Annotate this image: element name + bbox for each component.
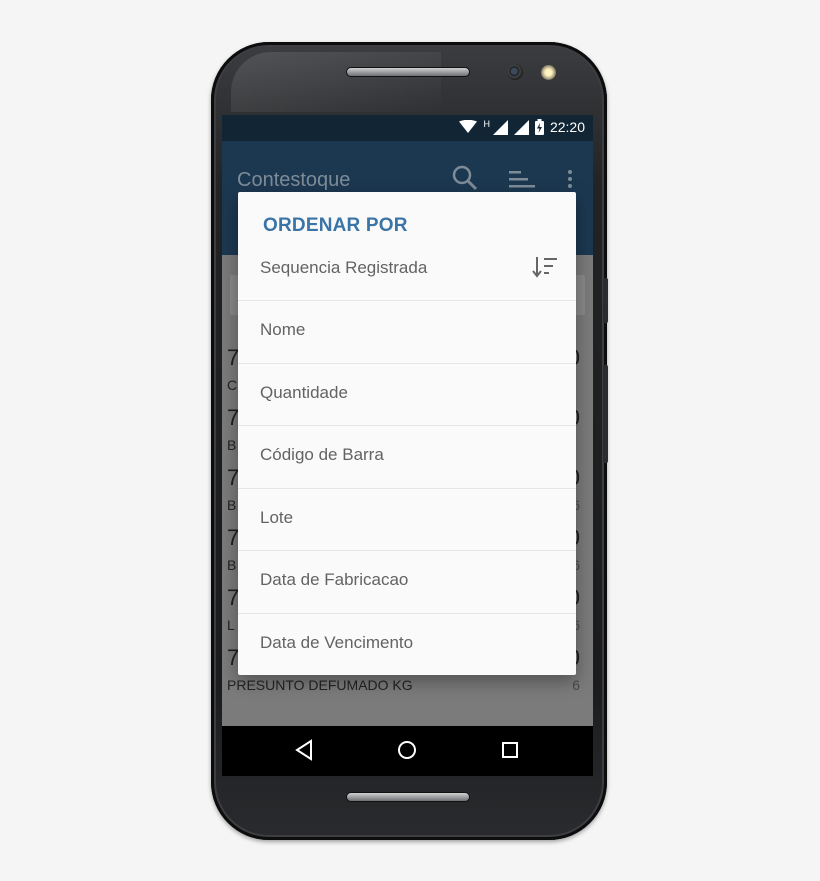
sort-option-data-de-vencimento[interactable]: Data de Vencimento xyxy=(238,613,576,675)
dialog-title: ORDENAR POR xyxy=(263,215,408,236)
battery-charging-icon xyxy=(534,119,544,135)
more-vert-icon[interactable] xyxy=(567,169,573,189)
sort-option-quantidade[interactable]: Quantidade xyxy=(238,363,576,425)
search-icon[interactable] xyxy=(452,165,478,191)
clock: 22:20 xyxy=(549,119,585,135)
item-name: C xyxy=(227,377,238,393)
navigation-bar xyxy=(222,726,593,776)
network-type-label: H xyxy=(483,119,490,129)
sort-option-sequencia[interactable]: Sequencia Registrada xyxy=(238,255,576,300)
sort-option-label: Sequencia Registrada xyxy=(260,258,428,277)
power-button xyxy=(603,278,608,323)
sort-option-codigo-de-barra[interactable]: Código de Barra xyxy=(238,425,576,487)
app-title: Contestoque xyxy=(237,169,351,191)
bottom-speaker-grille xyxy=(346,792,470,802)
sort-ascending-icon[interactable] xyxy=(532,255,558,279)
sort-option-label: Data de Vencimento xyxy=(260,633,414,652)
front-flash xyxy=(541,65,556,80)
signal-icon xyxy=(492,119,508,135)
signal-icon xyxy=(513,119,529,135)
sort-option-label: Lote xyxy=(260,508,294,527)
wifi-icon xyxy=(459,120,478,133)
sort-option-label: Nome xyxy=(260,320,306,339)
sort-option-data-de-fabricacao[interactable]: Data de Fabricacao xyxy=(238,550,576,612)
sort-option-nome[interactable]: Nome xyxy=(238,300,576,362)
sort-option-label: Código de Barra xyxy=(260,445,384,464)
front-camera xyxy=(507,64,523,80)
sort-dialog: ORDENAR POR Sequencia Registrada Nome Qu… xyxy=(238,192,576,675)
back-icon[interactable] xyxy=(295,739,313,761)
sort-icon[interactable] xyxy=(509,171,535,189)
sort-option-lote[interactable]: Lote xyxy=(238,488,576,550)
item-name: PRESUNTO DEFUMADO KG xyxy=(227,677,413,693)
phone-gloss xyxy=(231,52,441,112)
item-name: B xyxy=(227,437,237,453)
sort-option-label: Data de Fabricacao xyxy=(260,570,409,589)
volume-button xyxy=(603,365,608,463)
status-bar: H 22:20 xyxy=(222,115,593,141)
top-speaker-grille xyxy=(346,67,470,77)
item-name: B xyxy=(227,497,237,513)
home-icon[interactable] xyxy=(397,739,417,761)
item-qty: 6 xyxy=(572,677,580,693)
recents-icon[interactable] xyxy=(501,739,519,761)
item-name: B xyxy=(227,557,237,573)
sort-option-label: Quantidade xyxy=(260,383,348,402)
item-name: L xyxy=(227,617,235,633)
